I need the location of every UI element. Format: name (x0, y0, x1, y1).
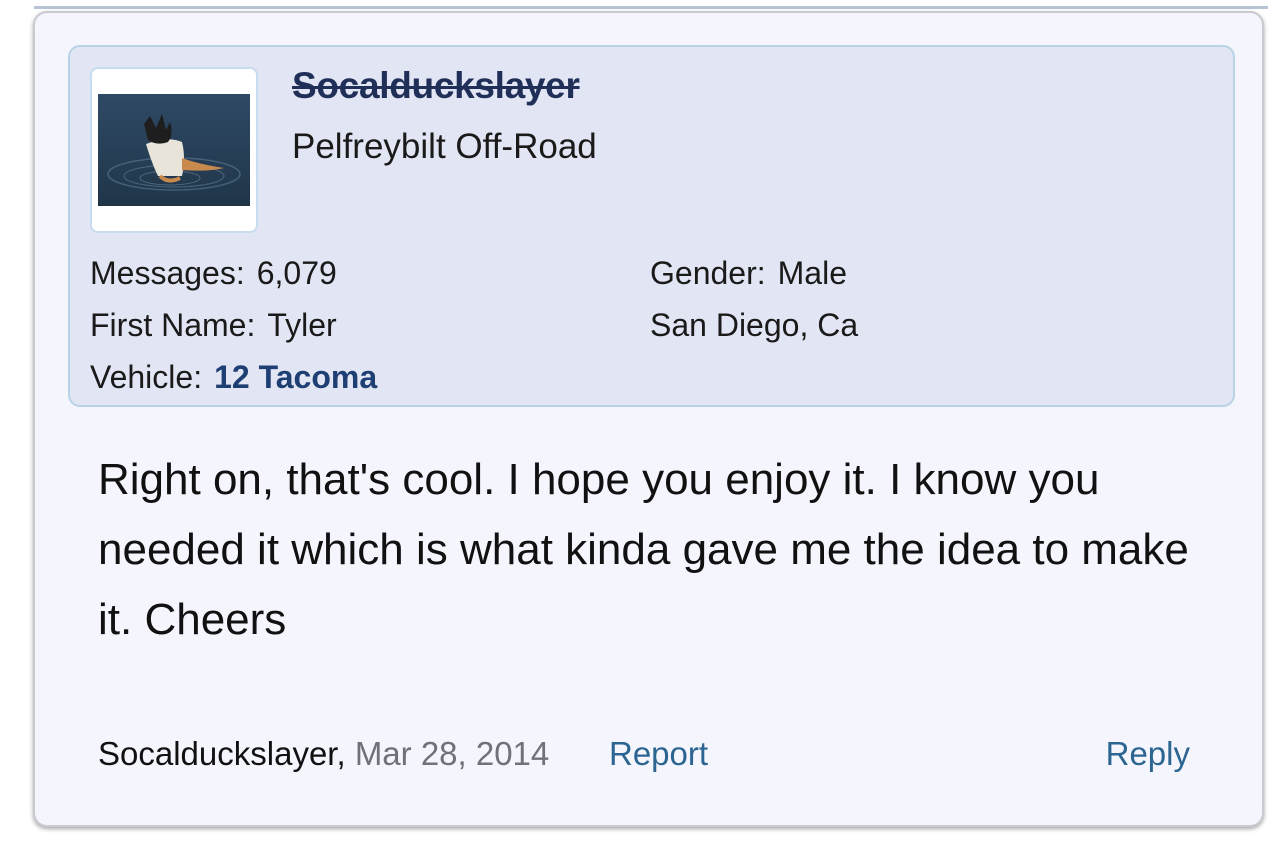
first-name-value: Tyler (267, 307, 337, 343)
messages-label: Messages: (90, 255, 245, 291)
post-message: Right on, that's cool. I hope you enjoy … (98, 455, 1189, 644)
gender-label: Gender: (650, 255, 766, 291)
avatar[interactable] (90, 67, 258, 233)
post-footer: Socalduckslayer, Mar 28, 2014 (98, 735, 549, 773)
gender-info: Gender: Male (650, 255, 847, 292)
post-date[interactable]: Mar 28, 2014 (355, 735, 549, 772)
user-info-panel: Socalduckslayer Pelfreybilt Off-Road Mes… (68, 45, 1235, 407)
vehicle-label: Vehicle: (90, 359, 203, 395)
messages-info: Messages: 6,079 (90, 255, 337, 292)
reply-link[interactable]: Reply (1106, 735, 1190, 773)
messages-value: 6,079 (256, 255, 337, 291)
username-link[interactable]: Socalduckslayer (292, 65, 580, 107)
vehicle-link[interactable]: 12 Tacoma (214, 359, 377, 395)
location-info: San Diego, Ca (650, 307, 859, 343)
top-divider (34, 6, 1268, 9)
footer-author-link[interactable]: Socalduckslayer, (98, 735, 346, 772)
report-link[interactable]: Report (609, 735, 708, 773)
post-card: Socalduckslayer Pelfreybilt Off-Road Mes… (33, 11, 1264, 827)
avatar-image (98, 94, 250, 206)
vehicle-info: Vehicle: 12 Tacoma (90, 359, 377, 396)
first-name-label: First Name: (90, 307, 256, 343)
gender-value: Male (777, 255, 847, 291)
user-title: Pelfreybilt Off-Road (292, 127, 597, 166)
first-name-info: First Name: Tyler (90, 307, 337, 344)
